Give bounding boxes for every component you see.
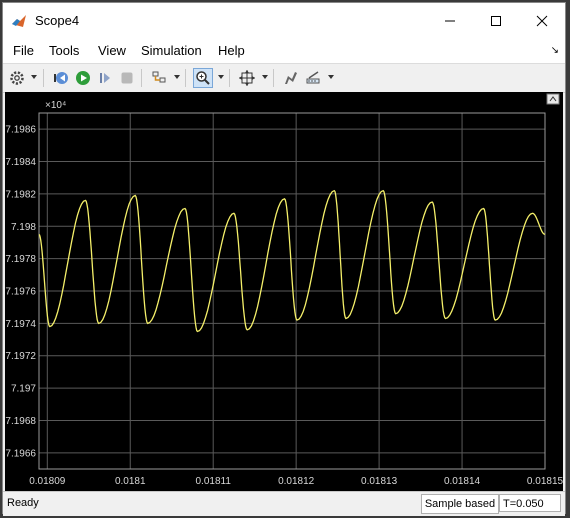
scope-window: Scope4 File Tools View Simulation Help ↘ [2, 2, 566, 516]
zoom-icon[interactable] [193, 68, 213, 88]
toolbar-separator [273, 69, 274, 87]
menu-simulation[interactable]: Simulation [141, 43, 202, 58]
toolbar-separator [141, 69, 142, 87]
x-tick-label: 0.01814 [444, 476, 481, 487]
status-ready: Ready [7, 497, 39, 509]
maximize-icon [491, 16, 501, 26]
step-forward-icon[interactable] [95, 68, 115, 88]
x-tick-label: 0.01812 [278, 476, 315, 487]
close-button[interactable] [519, 3, 565, 39]
menu-tools[interactable]: Tools [49, 43, 79, 58]
run-icon[interactable] [73, 68, 93, 88]
fit-dropdown[interactable] [262, 75, 268, 79]
menu-help[interactable]: Help [218, 43, 245, 58]
menu-view[interactable]: View [98, 43, 126, 58]
gear-icon[interactable] [7, 68, 27, 88]
title-bar[interactable]: Scope4 [3, 3, 565, 39]
undock-arrow-icon[interactable]: ↘ [551, 45, 559, 56]
y-tick-label: 7.1984 [5, 157, 36, 168]
y-tick-label: 7.1966 [5, 448, 36, 459]
x-tick-label: 0.01811 [195, 476, 231, 487]
menu-file[interactable]: File [13, 43, 34, 58]
y-tick-label: 7.197 [11, 384, 36, 395]
y-tick-label: 7.1982 [5, 189, 36, 200]
toolbar-separator [185, 69, 186, 87]
grid-lines [39, 113, 546, 469]
minimize-button[interactable] [427, 3, 473, 39]
window-title: Scope4 [35, 13, 80, 28]
step-back-icon[interactable] [51, 68, 71, 88]
y-tick-label: 7.1974 [5, 319, 36, 330]
x-tick-label: 0.0181 [115, 476, 146, 487]
measurements-icon[interactable] [303, 68, 323, 88]
scope-display[interactable]: 7.1966 7.1968 7.197 7.1972 7.1974 7.1976 7.197… [5, 92, 564, 491]
x-tick-label: 0.01813 [361, 476, 398, 487]
settings-dropdown[interactable] [31, 75, 37, 79]
y-tick-label: 7.1968 [5, 416, 36, 427]
x-tick-label: 0.01809 [29, 476, 66, 487]
toolbar-separator [43, 69, 44, 87]
maximize-button[interactable] [473, 3, 519, 39]
matlab-icon [12, 15, 26, 27]
expand-icon[interactable] [546, 93, 560, 105]
signal-select-icon[interactable] [149, 68, 169, 88]
toolbar [3, 64, 565, 93]
x-tick-label: 0.01815 [527, 476, 563, 487]
style-icon[interactable] [281, 68, 301, 88]
y-tick-label: 7.1976 [5, 287, 36, 298]
signal-line [38, 189, 546, 333]
measurements-dropdown[interactable] [328, 75, 334, 79]
status-sample-mode: Sample based [421, 494, 499, 514]
fit-to-view-icon[interactable] [237, 68, 257, 88]
status-sim-time: T=0.050 [499, 494, 561, 512]
status-bar: Ready Sample based T=0.050 [3, 491, 565, 516]
menu-bar: File Tools View Simulation Help ↘ [3, 39, 565, 64]
x-axis-ticks: 0.01809 0.0181 0.01811 0.01812 0.01813 0.0181… [29, 476, 563, 487]
y-tick-label: 7.1972 [5, 351, 36, 362]
toolbar-separator [229, 69, 230, 87]
zoom-dropdown[interactable] [218, 75, 224, 79]
y-tick-label: 7.1986 [5, 125, 36, 136]
stop-icon[interactable] [117, 68, 137, 88]
y-tick-label: 7.198 [11, 222, 36, 233]
signal-select-dropdown[interactable] [174, 75, 180, 79]
signal-trace [38, 189, 546, 333]
close-icon [536, 15, 548, 27]
y-axis-ticks: 7.1966 7.1968 7.197 7.1972 7.1974 7.1976 7.197… [5, 125, 36, 460]
scope-plot[interactable]: 7.1966 7.1968 7.197 7.1972 7.1974 7.1976 7.197… [5, 92, 564, 491]
minimize-icon [445, 20, 455, 22]
y-tick-label: 7.1978 [5, 254, 36, 265]
y-exponent-label: ×10⁴ [45, 100, 66, 111]
